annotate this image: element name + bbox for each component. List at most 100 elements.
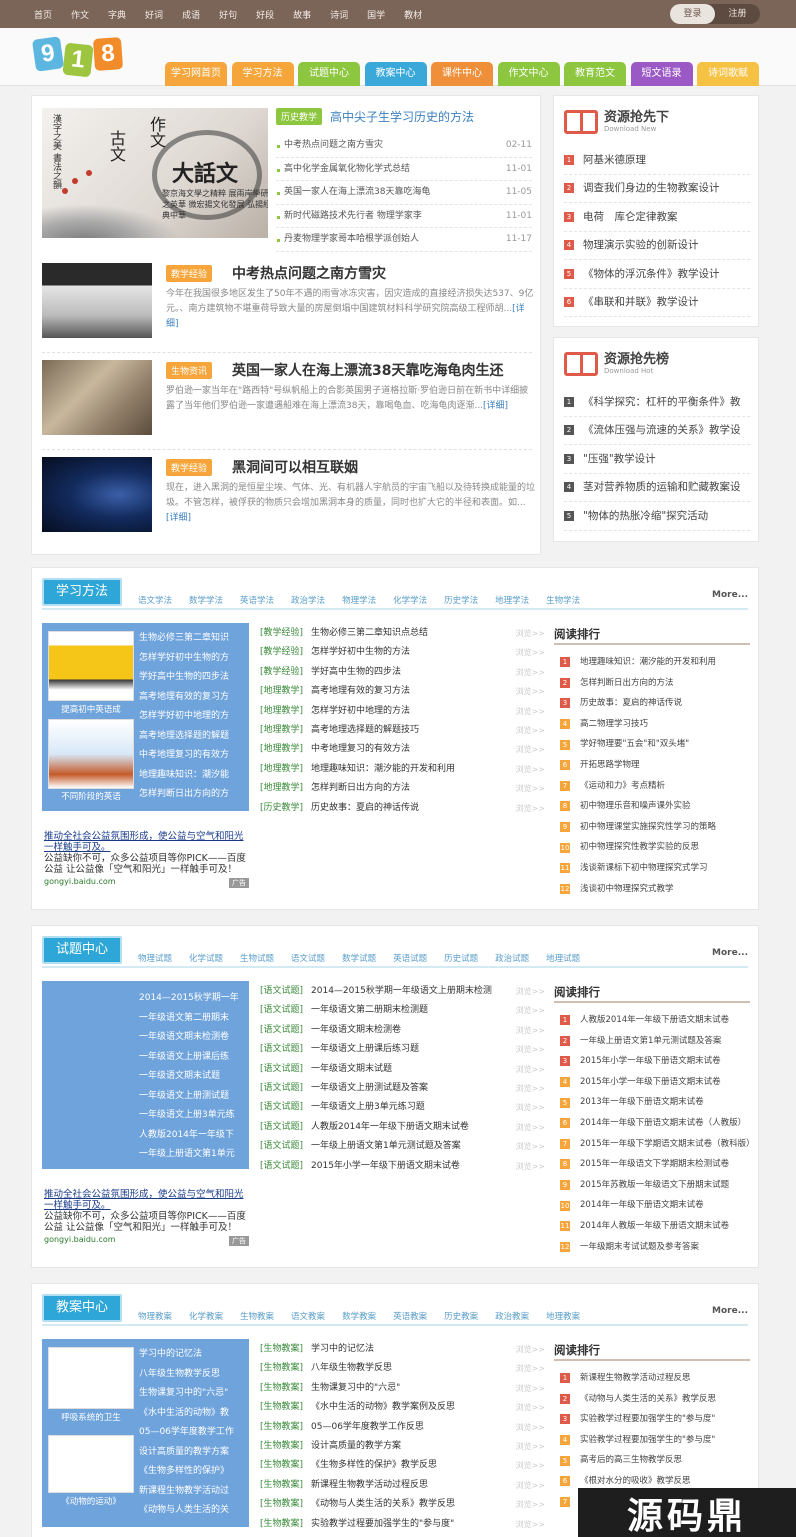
ranking-item-title[interactable]: 初中物理探究性教学实验的反思 <box>580 837 699 858</box>
article-category[interactable]: [地理教学] <box>260 686 303 696</box>
article-list-item[interactable]: [语文试题] 人教版2014年一年级下册语文期末试卷 浏览>> <box>260 1118 545 1137</box>
top-nav-item[interactable]: 好词 <box>145 8 163 21</box>
views-link[interactable]: 浏览>> <box>516 682 545 701</box>
feature-image-placeholder[interactable] <box>48 1435 134 1493</box>
ranking-item[interactable]: 6 2014年一年级下册语文期末试卷（人教版） <box>560 1113 752 1134</box>
views-link[interactable]: 浏览>> <box>516 1379 545 1398</box>
article-category[interactable]: [语文试题] <box>260 1064 303 1074</box>
top-nav-item[interactable]: 故事 <box>293 8 311 21</box>
ranking-item[interactable]: 1 新课程生物教学活动过程反思 <box>560 1368 752 1389</box>
feature-image-students[interactable] <box>48 719 134 789</box>
ranking-item[interactable]: 9 初中物理课堂实施探究性学习的策略 <box>560 817 752 838</box>
headline-list-item[interactable]: 丹麦物理学家哥本哈根学派创始人 11-17 <box>276 228 532 252</box>
views-link[interactable]: 浏览>> <box>516 1040 545 1059</box>
ranking-item-title[interactable]: 实验教学过程要加强学生的"参与度" <box>580 1409 715 1430</box>
section-sub-link[interactable]: 化学学法 <box>393 594 427 606</box>
headline-item-title[interactable]: 中考热点问题之南方雪灾 <box>284 140 383 150</box>
views-link[interactable]: 浏览>> <box>516 1515 545 1534</box>
resource-item[interactable]: 2 调查我们身边的生物教案设计 <box>564 175 750 203</box>
feature-link[interactable]: 生物课复习中的"六忌" <box>139 1384 249 1404</box>
article-category[interactable]: [语文试题] <box>260 1005 303 1015</box>
resource-item-title[interactable]: 《流体压强与流速的关系》教学设 <box>583 417 741 445</box>
article-list-title[interactable]: 中考地理复习的有效方法 <box>311 744 410 754</box>
ranking-item-title[interactable]: 2014年一年级下册语文期末试卷（人教版） <box>580 1113 746 1134</box>
section-tab[interactable]: 试题中心 <box>42 936 123 964</box>
headline-item-title[interactable]: 丹麦物理学家哥本哈根学派创始人 <box>284 234 419 244</box>
section-sub-link[interactable]: 数学教案 <box>342 1310 376 1322</box>
ranking-item-title[interactable]: 2015年小学一年级下册语文期末试卷 <box>580 1051 721 1072</box>
article-list-title[interactable]: 地理趣味知识：潮汐能的开发和利用 <box>311 764 455 774</box>
article-list-item[interactable]: [语文试题] 一年级语文上册测试题及答案 浏览>> <box>260 1079 545 1098</box>
feature-link[interactable]: 一年级语文期末试题 <box>139 1067 249 1087</box>
article-category[interactable]: [生物教案] <box>260 1363 303 1373</box>
ranking-item-title[interactable]: 2015年苏教版一年级语文下册期末试题 <box>580 1175 729 1196</box>
ranking-item[interactable]: 8 2015年一年级语文下学期期末检测试卷 <box>560 1154 752 1175</box>
article-list-item[interactable]: [教学经验] 生物必修三第二章知识点总结 浏览>> <box>260 624 545 643</box>
ranking-item-title[interactable]: 高考后的高三生物教学反思 <box>580 1450 682 1471</box>
ranking-item-title[interactable]: 《动物与人类生活的关系》教学反思 <box>580 1389 716 1410</box>
feature-link[interactable]: 学好高中生物的四步法 <box>139 668 249 688</box>
feature-link[interactable]: 05—06学年度教学工作 <box>139 1423 249 1443</box>
article-list-title[interactable]: 一年级语文期末试题 <box>311 1064 392 1074</box>
resource-item[interactable]: 5 "物体的热胀冷缩"探究活动 <box>564 502 750 531</box>
section-sub-link[interactable]: 化学教案 <box>189 1310 223 1322</box>
views-link[interactable]: 浏览>> <box>516 1118 545 1137</box>
ranking-item-title[interactable]: 怎样判断日出方向的方法 <box>580 673 674 694</box>
article-category[interactable]: [生物教案] <box>260 1441 303 1451</box>
site-logo[interactable]: 9 1 8 <box>31 36 124 78</box>
article-list-item[interactable]: [地理教学] 高考地理选择题的解题技巧 浏览>> <box>260 721 545 740</box>
article-list-title[interactable]: 生物课复习中的"六忌" <box>311 1383 400 1393</box>
article-list-item[interactable]: [地理教学] 怎样判断日出方向的方法 浏览>> <box>260 779 545 798</box>
article-list-title[interactable]: 新课程生物教学活动过程反思 <box>311 1480 428 1490</box>
ranking-item-title[interactable]: 人教版2014年一年级下册语文期末试卷 <box>580 1010 729 1031</box>
views-link[interactable]: 浏览>> <box>516 1060 545 1079</box>
resource-item[interactable]: 4 茎对营养物质的运输和贮藏教案设 <box>564 474 750 502</box>
resource-item[interactable]: 3 电荷 库仑定律教案 <box>564 203 750 232</box>
section-sub-link[interactable]: 历史学法 <box>444 594 478 606</box>
ranking-item[interactable]: 2 怎样判断日出方向的方法 <box>560 673 752 694</box>
views-link[interactable]: 浏览>> <box>516 1079 545 1098</box>
article-category[interactable]: [地理教学] <box>260 725 303 735</box>
feature-link[interactable]: 怎样判断日出方向的方 <box>139 785 249 805</box>
main-nav-tab[interactable]: 学习方法 <box>231 62 294 86</box>
views-link[interactable]: 浏览>> <box>516 1456 545 1475</box>
ranking-item-title[interactable]: 初中物理乐音和噪声课外实验 <box>580 796 691 817</box>
article-list-title[interactable]: 怎样学好初中生物的方法 <box>311 647 410 657</box>
feature-link[interactable]: 八年级生物教学反思 <box>139 1365 249 1385</box>
article-category[interactable]: [语文试题] <box>260 1141 303 1151</box>
feature-link[interactable]: 《生物多样性的保护》 <box>139 1462 249 1482</box>
resource-item-title[interactable]: 《科学探究：杠杆的平衡条件》教 <box>583 388 741 416</box>
views-link[interactable]: 浏览>> <box>516 1418 545 1437</box>
article-more-link[interactable]: [详细] <box>166 513 191 523</box>
main-nav-tab[interactable]: 作文中心 <box>497 62 560 86</box>
feature-link[interactable]: 生物必修三第二章知识 <box>139 629 249 649</box>
article-category[interactable]: [语文试题] <box>260 1083 303 1093</box>
views-link[interactable]: 浏览>> <box>516 1398 545 1417</box>
article-list-title[interactable]: 历史故事：夏启的神话传说 <box>311 803 419 813</box>
main-nav-tab[interactable]: 教案中心 <box>364 62 427 86</box>
article-category[interactable]: [地理教学] <box>260 764 303 774</box>
main-nav-tab[interactable]: 教育范文 <box>564 62 626 86</box>
feature-link[interactable]: 学习中的记忆法 <box>139 1345 249 1365</box>
ranking-item-title[interactable]: 开拓思路学物理 <box>580 755 640 776</box>
top-nav-item[interactable]: 教材 <box>404 8 422 21</box>
ranking-item[interactable]: 1 地理趣味知识：潮汐能的开发和利用 <box>560 652 752 673</box>
ad-block[interactable]: 推动全社会公益氛围形成，使公益与空气和阳光一样触手可及。 公益缺你不可，众多公益项… <box>44 831 249 888</box>
article-list-title[interactable]: 生物必修三第二章知识点总结 <box>311 628 428 638</box>
article-list-title[interactable]: 2014—2015秋学期一年级语文上册期末检测 <box>311 986 492 996</box>
ranking-item[interactable]: 5 学好物理要"五会"和"双头堵" <box>560 734 752 755</box>
article-category[interactable]: [生物教案] <box>260 1460 303 1470</box>
ranking-item-title[interactable]: 2014年一年级下册语文期末试卷 <box>580 1195 704 1216</box>
views-link[interactable]: 浏览>> <box>516 1157 545 1176</box>
resource-item[interactable]: 6 《串联和并联》教学设计 <box>564 289 750 317</box>
register-button[interactable]: 注册 <box>715 4 760 24</box>
feature-link[interactable]: 一年级语文第二册期末 <box>139 1009 249 1029</box>
article-category[interactable]: [语文试题] <box>260 1102 303 1112</box>
section-sub-link[interactable]: 政治教案 <box>495 1310 529 1322</box>
ranking-item[interactable]: 11 2014年人教版一年级下册语文期末试卷 <box>560 1216 752 1237</box>
featured-image[interactable]: 漢字之美 書法之韻 古文 作文 大話文 黎京海文學之精粹 展兩岸學研之英華 微宏… <box>42 108 268 238</box>
top-nav-item[interactable]: 好段 <box>256 8 274 21</box>
main-nav-tab[interactable]: 试题中心 <box>298 62 360 86</box>
views-link[interactable]: 浏览>> <box>516 643 545 662</box>
article-category[interactable]: [生物教案] <box>260 1499 303 1509</box>
